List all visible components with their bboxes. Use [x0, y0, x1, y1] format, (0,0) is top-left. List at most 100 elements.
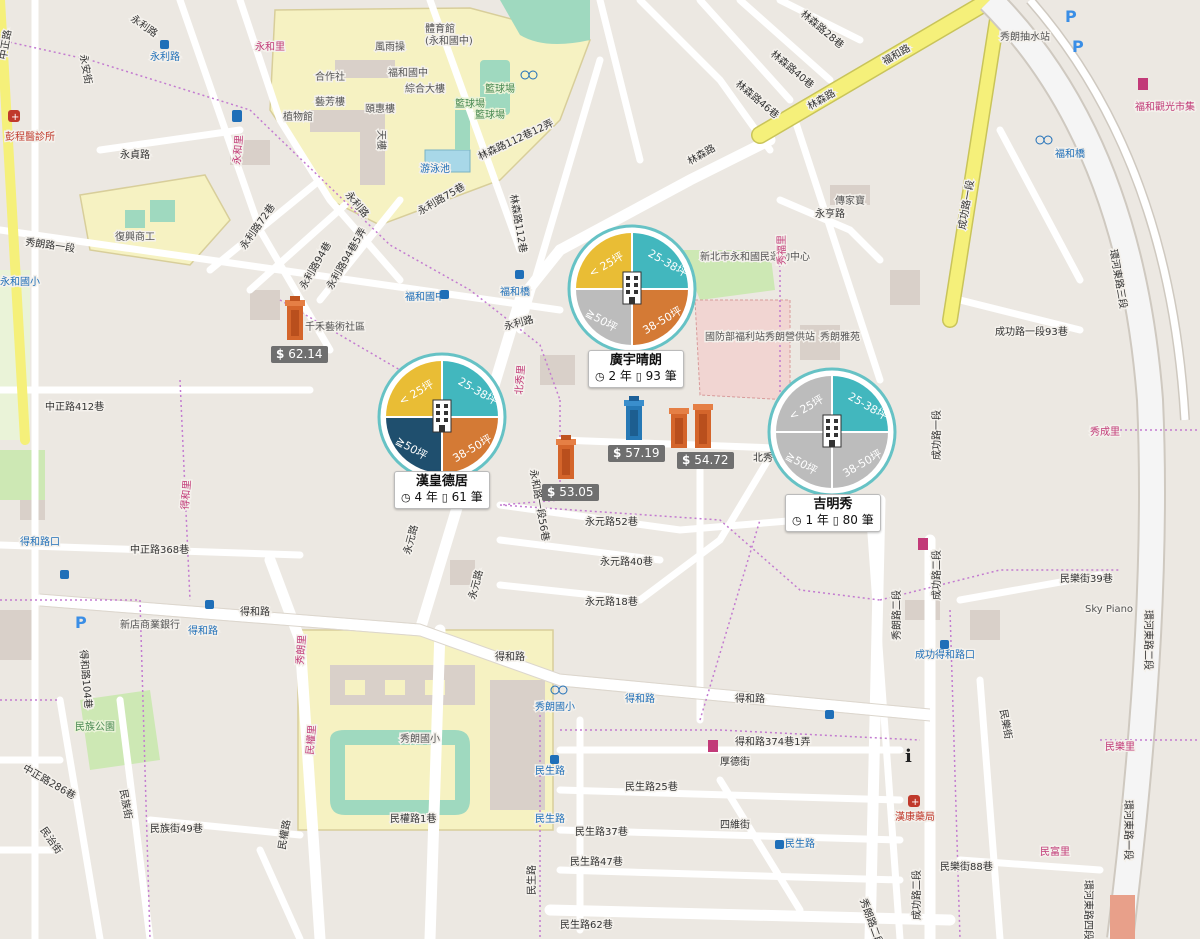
road-label: 中正路368巷: [130, 543, 189, 556]
price-tag-2[interactable]: $ 57.19: [608, 445, 665, 462]
poi-label: Sky Piano: [1085, 604, 1133, 615]
info-icon: i: [905, 746, 912, 767]
parking-icon: P: [75, 613, 87, 632]
bus-stop-label: 永利路: [150, 50, 180, 63]
clock-icon: ◷: [595, 370, 605, 383]
price-tag-4[interactable]: $ 53.05: [542, 484, 599, 501]
road-label: 環河東路一段: [1122, 800, 1135, 860]
cluster-info-jimingxiu[interactable]: 吉明秀 ◷ 1 年 ▯ 80 筆: [785, 494, 881, 532]
fuel-icon: [232, 110, 242, 122]
road-label: 四維街: [720, 818, 750, 831]
cluster-count: 61 筆: [451, 490, 483, 504]
poi-label: 千禾藝術社區: [305, 320, 365, 333]
shop-icon: [708, 740, 718, 752]
road-label: 成功路一段: [930, 410, 943, 460]
poi-label: 新北市永和國民運動中心: [700, 250, 810, 263]
size-pie-chart: < 25坪 25-38坪 ≧50坪 38-50坪: [377, 352, 507, 482]
poi-label: 民族公園: [75, 720, 115, 733]
road-label: 民族街49巷: [150, 822, 203, 835]
svg-text:P: P: [75, 613, 87, 632]
road-label: 成功路一段93巷: [995, 325, 1068, 338]
bus-stop-label: 得和路: [188, 624, 218, 637]
bus-stop-icon: [205, 600, 214, 609]
building-icon: [622, 271, 642, 305]
poi-label: (永和國中): [425, 34, 473, 47]
parking-icon: P: [1072, 37, 1084, 56]
road-label: 永亨路: [815, 207, 845, 220]
road-label: 民樂街88巷: [940, 860, 993, 873]
bus-stop-icon: [940, 640, 949, 649]
bus-stop-label: 福和橋: [1055, 147, 1085, 160]
cluster-age: 2 年: [608, 369, 632, 383]
cluster-info-guangyu[interactable]: 廣宇晴朗 ◷ 2 年 ▯ 93 筆: [588, 350, 684, 388]
road-label: 永貞路: [120, 148, 150, 161]
price-tag-3[interactable]: $ 54.72: [677, 452, 734, 469]
price-marker-2[interactable]: [621, 396, 647, 448]
records-icon: ▯: [832, 514, 839, 527]
road-label: 永元路40巷: [600, 555, 653, 568]
road-label: 永元路18巷: [585, 595, 638, 608]
road-label: 成功路二段: [930, 550, 943, 600]
road-label: 民權路1巷: [390, 812, 436, 825]
cluster-name: 吉明秀: [813, 497, 853, 512]
parking-icon: P: [1065, 7, 1077, 26]
svg-text:+: +: [11, 112, 19, 123]
hospital-icon: +: [8, 110, 20, 123]
road-label: 民生路47巷: [570, 855, 623, 868]
poi-label: 國防部福利站秀朗營供站: [705, 330, 815, 343]
village-label: 民樂里: [1105, 740, 1135, 753]
size-pie-chart: < 25坪 25-38坪 ≧50坪 38-50坪: [567, 224, 697, 354]
price-marker-3[interactable]: [668, 404, 716, 456]
bus-stop-label: 民生路: [785, 837, 815, 850]
price-value: 57.19: [625, 446, 660, 460]
building-icon: [822, 414, 842, 448]
building-marker-icon: [669, 404, 713, 448]
road-label: 民生路37巷: [575, 825, 628, 838]
price-value: 54.72: [694, 453, 729, 467]
price-marker-1[interactable]: [282, 296, 308, 348]
cluster-jimingxiu[interactable]: < 25坪 25-38坪 ≧50坪 38-50坪: [767, 367, 897, 497]
bus-stop-icon: [825, 710, 834, 719]
bus-stop-icon: [550, 755, 559, 764]
cluster-name: 廣宇晴朗: [609, 353, 662, 368]
price-value: 53.05: [559, 485, 594, 499]
price-tag-1[interactable]: $ 62.14: [271, 346, 328, 363]
building-marker-icon: [556, 435, 576, 479]
road-label: 永元路52巷: [585, 515, 638, 528]
road-label: 秀朗路二段: [890, 590, 903, 640]
records-icon: ▯: [441, 491, 448, 504]
poi-label: 傳家寶: [835, 194, 865, 207]
poi-label: 籃球場: [475, 108, 505, 121]
bus-stop-label: 福和國中: [405, 290, 445, 303]
cluster-info-hanhuang[interactable]: 漢皇德居 ◷ 4 年 ▯ 61 筆: [394, 471, 490, 509]
price-marker-4[interactable]: [553, 435, 579, 487]
svg-text:P: P: [1065, 7, 1077, 26]
cluster-guangyu[interactable]: < 25坪 25-38坪 ≧50坪 38-50坪: [567, 224, 697, 354]
clock-icon: ◷: [401, 491, 411, 504]
cluster-count: 80 筆: [842, 513, 874, 527]
cluster-count: 93 筆: [645, 369, 677, 383]
clock-icon: ◷: [792, 514, 802, 527]
cluster-age: 4 年: [414, 490, 438, 504]
cluster-hanhuang[interactable]: < 25坪 25-38坪 ≧50坪 38-50坪: [377, 352, 507, 482]
shop-icon: [918, 538, 928, 550]
records-icon: ▯: [635, 370, 642, 383]
poi-label: 秀朗國小: [400, 733, 440, 745]
road-label: 民樂街39巷: [1060, 572, 1113, 585]
village-label: 秀成里: [1090, 426, 1120, 438]
bus-stop-label: 得和路: [625, 692, 655, 705]
svg-text:i: i: [905, 746, 912, 767]
size-pie-chart: < 25坪 25-38坪 ≧50坪 38-50坪: [767, 367, 897, 497]
base-map[interactable]: 永利路 永安街 永貞路 中正路 永利路72巷 永利路94巷 永利路94巷5弄 永…: [0, 0, 1200, 939]
building-icon: [432, 399, 452, 433]
road-label: 厚德街: [720, 755, 750, 768]
river-edge: [1110, 895, 1135, 939]
svg-text:P: P: [1072, 37, 1084, 56]
village-label: 永和里: [255, 40, 285, 53]
bus-stop-icon: [515, 270, 524, 279]
svg-text:+: +: [911, 797, 919, 808]
road-label: 民生路25巷: [625, 780, 678, 793]
poi-label: 藝芳樓: [315, 95, 345, 108]
poi-label: 復興商工: [115, 230, 155, 243]
poi-label: 頤惠樓: [365, 102, 395, 115]
